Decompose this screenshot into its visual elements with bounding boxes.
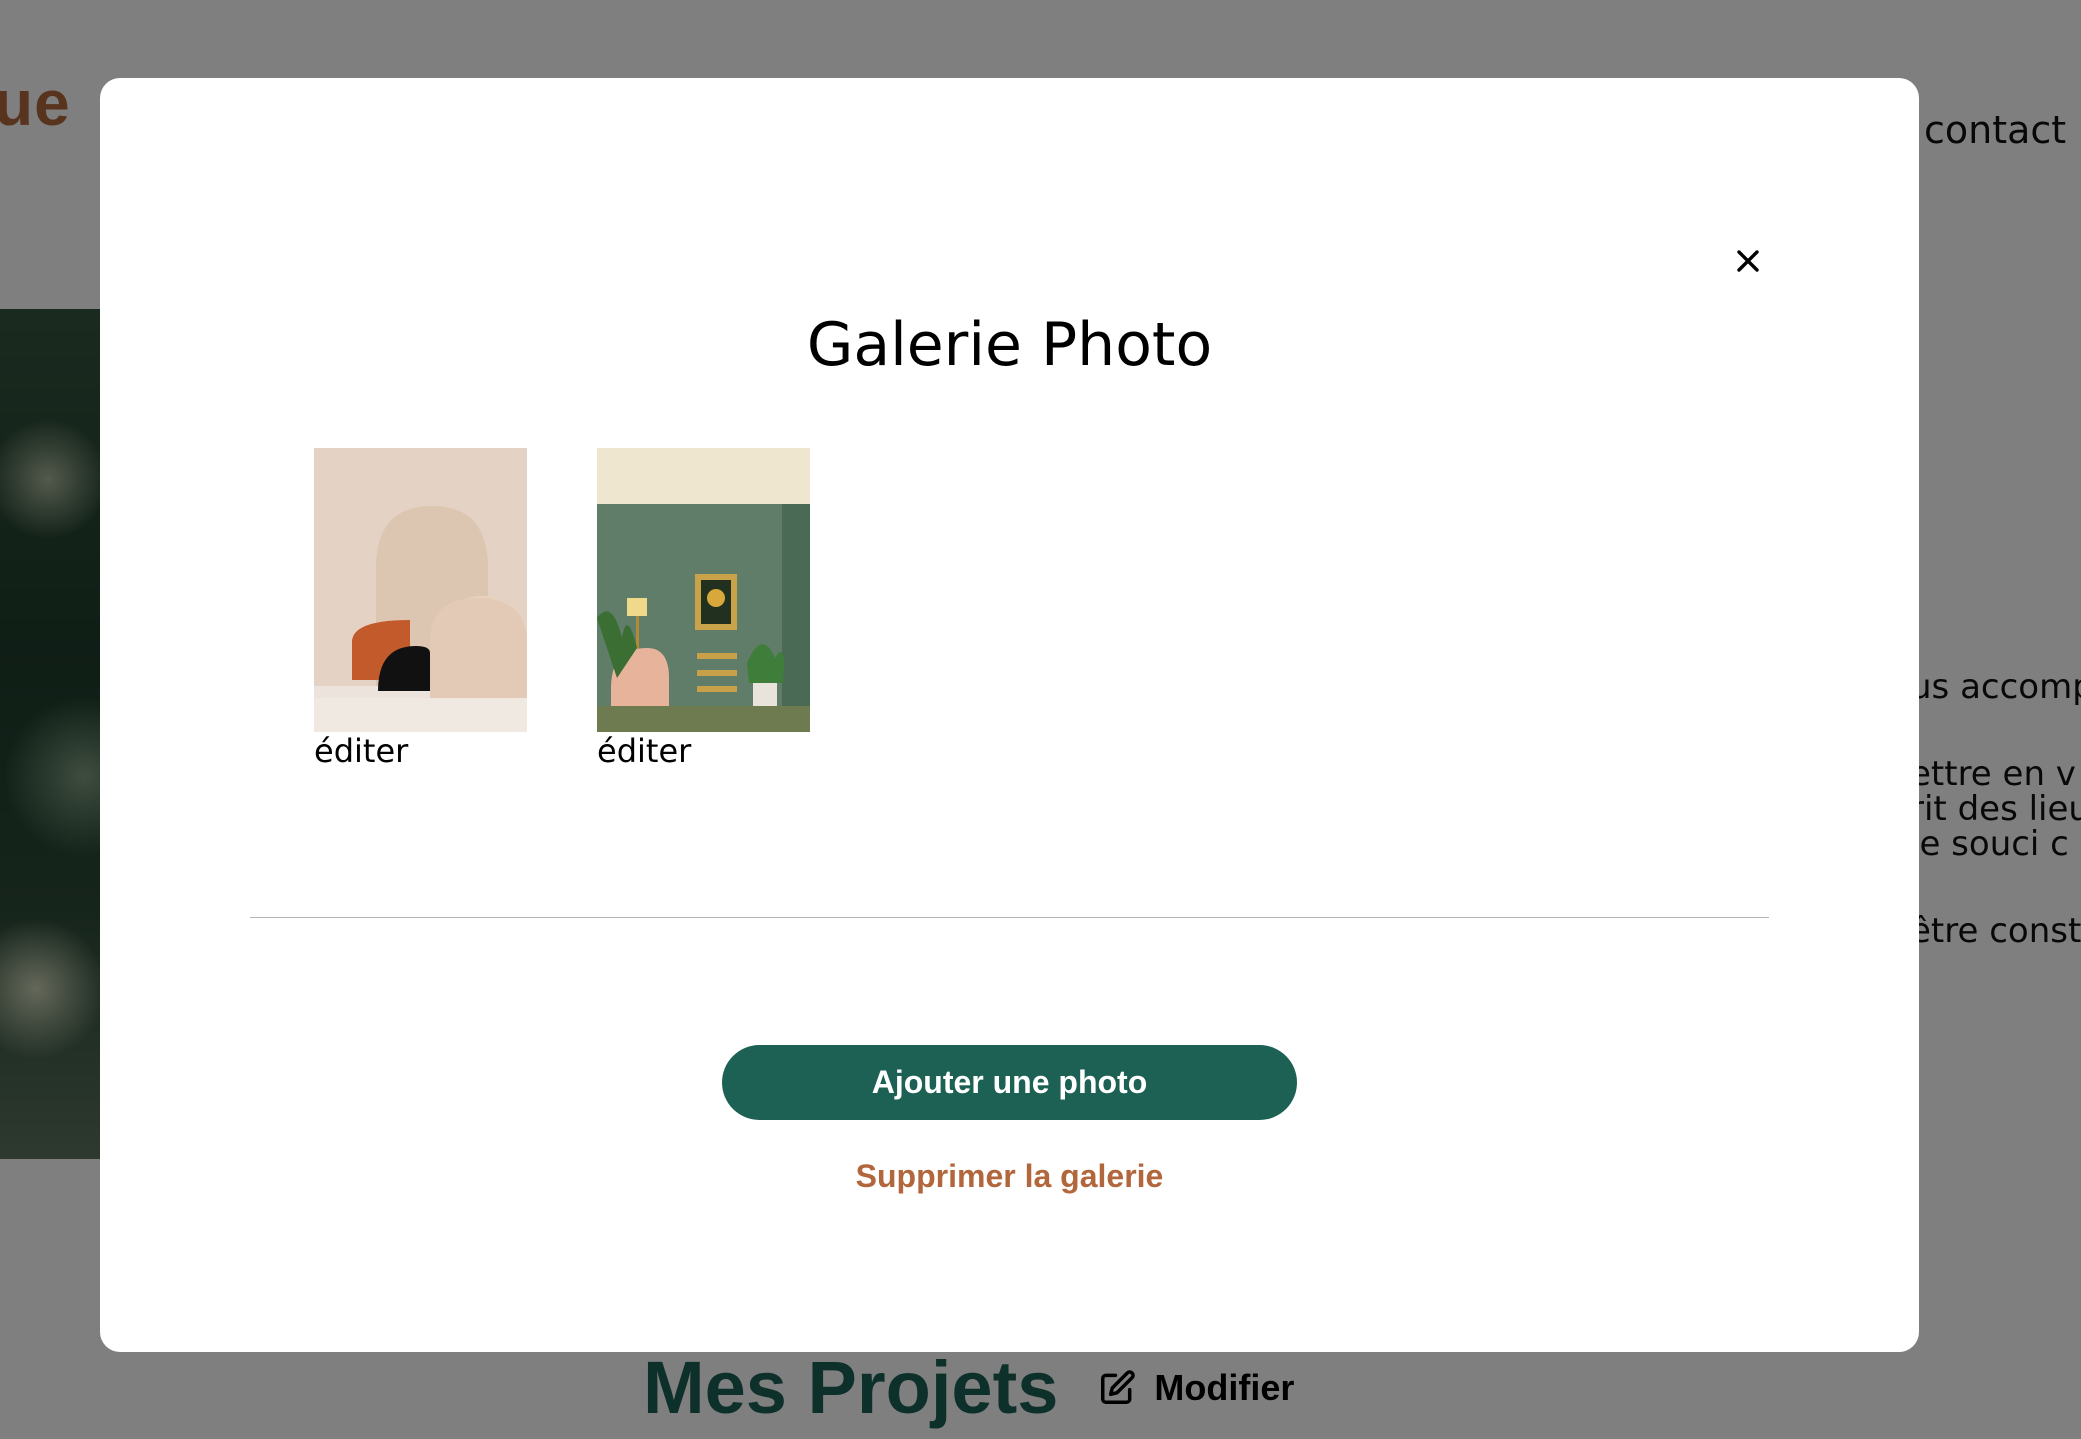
edit-photo-link[interactable]: éditer <box>597 732 810 770</box>
edit-photo-link[interactable]: éditer <box>314 732 527 770</box>
add-photo-button[interactable]: Ajouter une photo <box>722 1045 1297 1120</box>
gallery-modal: Galerie Photo éditer éditer Ajouter une … <box>100 78 1919 1352</box>
modal-title: Galerie Photo <box>806 310 1213 380</box>
photo-gallery: éditer éditer <box>314 448 810 770</box>
living-room-photo-thumbnail <box>597 448 810 732</box>
close-icon <box>1737 250 1759 272</box>
arches-photo-thumbnail <box>314 448 527 732</box>
delete-gallery-link[interactable]: Supprimer la galerie <box>100 1158 1919 1195</box>
gallery-item: éditer <box>314 448 527 770</box>
divider <box>250 917 1769 918</box>
close-button[interactable] <box>1726 239 1770 283</box>
gallery-item: éditer <box>597 448 810 770</box>
